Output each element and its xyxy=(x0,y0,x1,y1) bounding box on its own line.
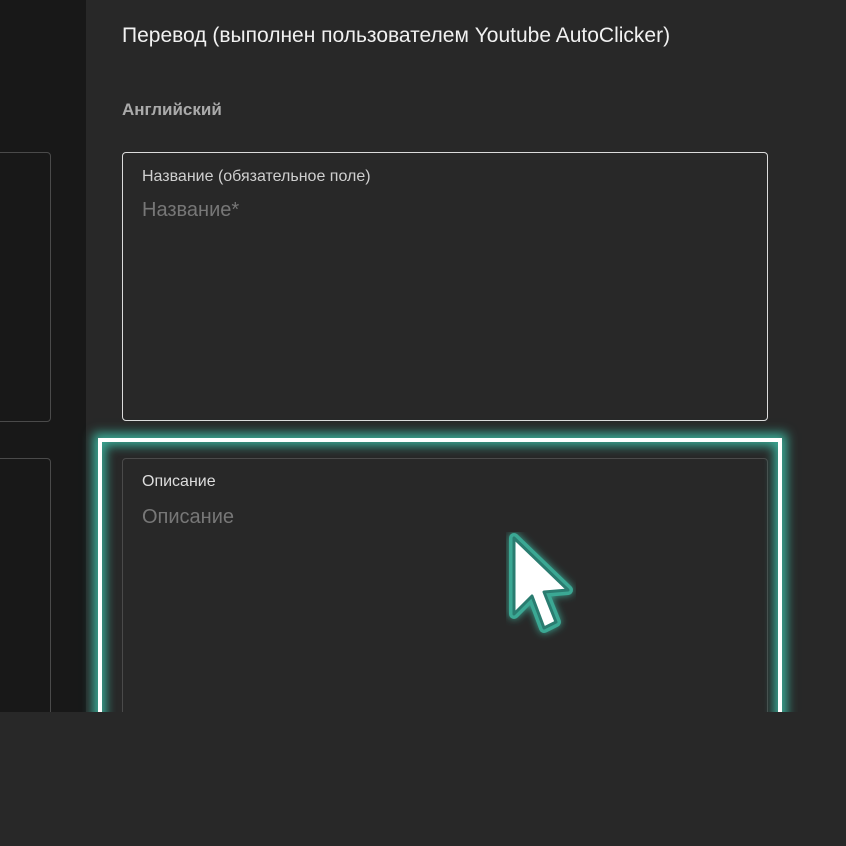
section-title: Перевод (выполнен пользователем Youtube … xyxy=(122,24,671,47)
translation-editor: Перевод (выполнен пользователем Youtube … xyxy=(0,0,846,712)
title-field[interactable]: Название (обязательное поле) Название* xyxy=(122,152,768,421)
original-description-field xyxy=(0,458,51,712)
description-field-label: Описание xyxy=(142,473,216,490)
title-field-label: Название (обязательное поле) xyxy=(142,168,371,185)
description-field[interactable]: Описание Описание xyxy=(122,458,768,712)
title-input[interactable]: Название* xyxy=(142,197,742,223)
bottom-area xyxy=(0,712,846,846)
description-input[interactable]: Описание xyxy=(142,504,742,530)
original-title-field xyxy=(0,152,51,422)
translation-panel: Перевод (выполнен пользователем Youtube … xyxy=(86,0,846,712)
original-language-panel xyxy=(0,0,86,712)
language-label: Английский xyxy=(122,100,222,119)
